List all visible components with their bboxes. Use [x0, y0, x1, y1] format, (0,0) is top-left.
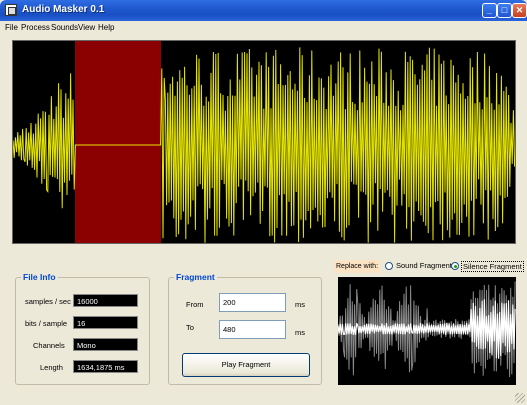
bits-per-sample-value: 16	[73, 316, 138, 329]
menu-file[interactable]: File	[5, 23, 18, 32]
maximize-button[interactable]: □	[497, 3, 512, 18]
samples-per-sec-value: 16000	[73, 294, 138, 307]
channels-label: Channels	[33, 341, 65, 350]
samples-per-sec-label: samples / sec	[25, 297, 71, 306]
bits-per-sample-label: bits / sample	[25, 319, 68, 328]
channels-value: Mono	[73, 338, 138, 351]
to-input[interactable]	[219, 320, 286, 339]
to-label: To	[186, 323, 194, 332]
menu-bar: File Process Sounds View Help	[0, 21, 527, 35]
title-bar[interactable]: Audio Masker 0.1 _ □ ✕	[0, 0, 527, 21]
silence-fragment-radio[interactable]	[451, 262, 459, 270]
close-button[interactable]: ✕	[512, 3, 527, 18]
preview-waveform	[338, 277, 516, 385]
fragment-title: Fragment	[174, 272, 217, 282]
from-unit: ms	[295, 300, 305, 309]
from-label: From	[186, 300, 204, 309]
window-title: Audio Masker 0.1	[22, 4, 105, 15]
file-info-title: File Info	[21, 272, 58, 282]
length-value: 1634,1875 ms	[73, 360, 138, 373]
replace-with-label: Replace with:	[334, 260, 380, 273]
selection-region	[75, 41, 161, 243]
menu-help[interactable]: Help	[98, 23, 114, 32]
menu-view[interactable]: View	[78, 23, 95, 32]
minimize-button[interactable]: _	[482, 3, 497, 18]
silence-fragment-label[interactable]: Silence Fragment	[461, 261, 524, 272]
to-unit: ms	[295, 328, 305, 337]
length-label: Length	[40, 363, 63, 372]
play-fragment-button[interactable]: Play Fragment	[182, 353, 310, 377]
sound-fragment-label[interactable]: Sound Fragment	[396, 261, 452, 270]
app-icon	[5, 4, 17, 16]
from-input[interactable]	[219, 293, 286, 312]
menu-process[interactable]: Process	[21, 23, 50, 32]
waveform-display[interactable]	[12, 40, 516, 244]
sound-fragment-radio[interactable]	[385, 262, 393, 270]
menu-sounds[interactable]: Sounds	[51, 23, 78, 32]
resize-grip[interactable]	[515, 393, 525, 403]
